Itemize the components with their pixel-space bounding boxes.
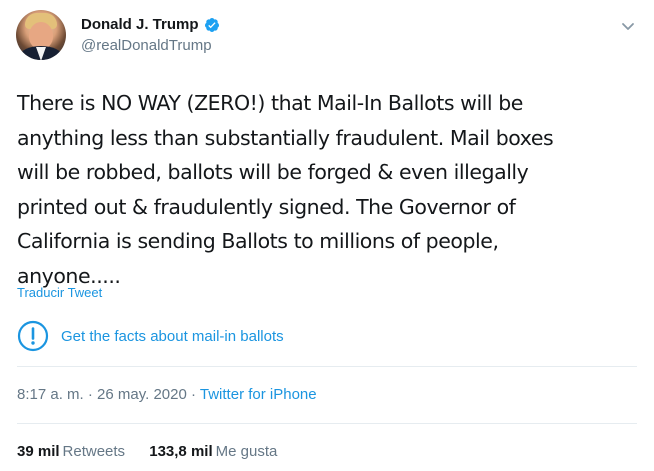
translate-tweet-link[interactable]: Traducir Tweet [17, 285, 102, 300]
likes-label: Me gusta [215, 443, 278, 460]
tweet-date[interactable]: 26 may. 2020 [97, 386, 187, 403]
exclamation-icon [17, 320, 49, 352]
tweet-text: There is NO WAY (ZERO!) that Mail-In Bal… [17, 91, 554, 288]
author-handle[interactable]: @realDonaldTrump [81, 36, 220, 56]
author-info: Donald J. Trump @realDonaldTrump [81, 15, 220, 56]
retweets-label: Retweets [62, 443, 126, 460]
tweet-card: Donald J. Trump @realDonaldTrump There i… [0, 0, 654, 471]
tweet-stats: 39 mil Retweets 133,8 mil Me gusta [17, 443, 277, 460]
likes-stat[interactable]: 133,8 mil Me gusta [149, 443, 277, 460]
retweets-count: 39 mil [17, 443, 60, 460]
divider [17, 366, 637, 367]
verified-badge-icon [204, 17, 220, 33]
meta-separator: · [186, 386, 200, 403]
tweet-menu-button[interactable] [618, 15, 638, 35]
fact-check-link[interactable]: Get the facts about mail-in ballots [61, 328, 284, 345]
display-name[interactable]: Donald J. Trump [81, 15, 199, 35]
avatar-face [29, 22, 53, 49]
avatar[interactable] [16, 10, 66, 60]
tweet-metadata: 8:17 a. m. · 26 may. 2020 · Twitter for … [17, 386, 317, 403]
retweets-stat[interactable]: 39 mil Retweets [17, 443, 129, 460]
display-name-row: Donald J. Trump [81, 15, 220, 35]
fact-check-notice[interactable]: Get the facts about mail-in ballots [17, 312, 637, 360]
tweet-source-link[interactable]: Twitter for iPhone [200, 386, 317, 403]
tweet-time[interactable]: 8:17 a. m. [17, 386, 84, 403]
chevron-down-icon [621, 16, 635, 35]
tweet-header: Donald J. Trump @realDonaldTrump [16, 10, 638, 66]
divider [17, 423, 637, 424]
likes-count: 133,8 mil [149, 443, 213, 460]
meta-separator: · [83, 386, 98, 403]
